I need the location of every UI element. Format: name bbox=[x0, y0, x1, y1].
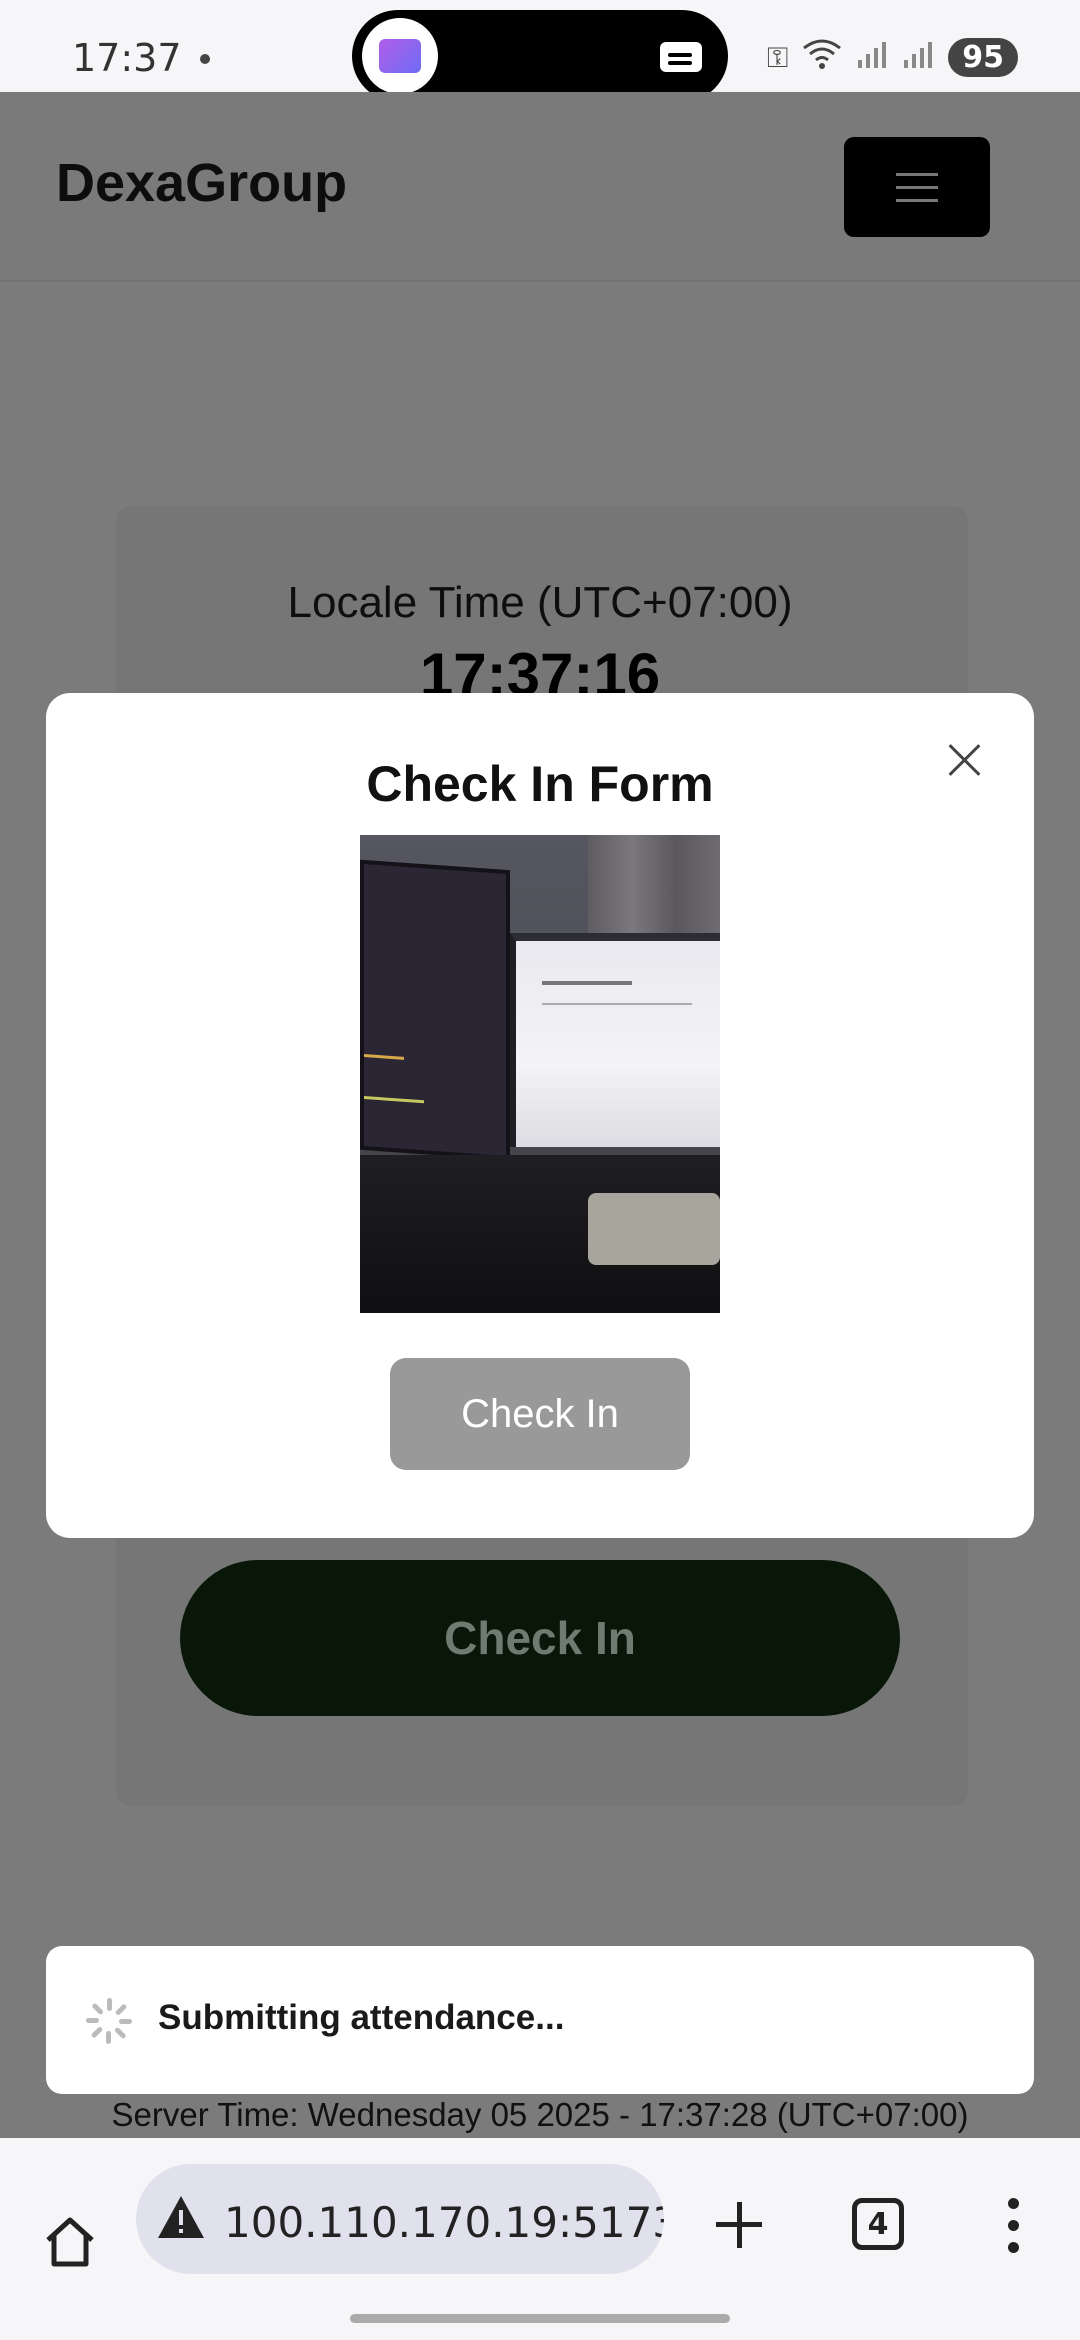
signal-icon bbox=[902, 38, 934, 77]
signal-icon bbox=[856, 38, 888, 77]
vpn-key-icon: ⚿ bbox=[766, 40, 789, 74]
status-time: 17:37 bbox=[72, 36, 182, 80]
gesture-bar[interactable] bbox=[350, 2314, 730, 2323]
more-options-icon[interactable] bbox=[1006, 2196, 1020, 2256]
toast-message: Submitting attendance... bbox=[158, 1998, 565, 2037]
address-bar[interactable]: 100.110.170.19:5173/d bbox=[136, 2164, 664, 2274]
notification-dot-icon bbox=[200, 54, 210, 64]
locale-time-label: Locale Time (UTC+07:00) bbox=[287, 578, 793, 627]
server-time: Server Time: Wednesday 05 2025 - 17:37:2… bbox=[111, 2096, 969, 2133]
warning-icon[interactable] bbox=[156, 2194, 206, 2240]
folder-app-icon[interactable] bbox=[362, 18, 438, 94]
home-icon[interactable] bbox=[40, 2212, 100, 2272]
browser-toolbar: 100.110.170.19:5173/d 4 bbox=[0, 2138, 1080, 2340]
status-icons: ⚿ 95 bbox=[767, 38, 1018, 77]
app-header: DexaGroup bbox=[0, 92, 1080, 282]
toast-notification: Submitting attendance... bbox=[46, 1946, 1034, 2094]
modal-title: Check In Form bbox=[366, 756, 714, 812]
check-in-button[interactable]: Check In bbox=[180, 1560, 900, 1716]
hamburger-icon[interactable] bbox=[844, 137, 990, 237]
modal-check-in-button[interactable]: Check In bbox=[390, 1358, 690, 1470]
wifi-icon bbox=[802, 38, 842, 77]
message-icon[interactable] bbox=[660, 42, 702, 72]
url-text[interactable]: 100.110.170.19:5173/d bbox=[224, 2198, 664, 2247]
brand-logo[interactable]: DexaGroup bbox=[56, 152, 347, 214]
new-tab-icon[interactable] bbox=[714, 2200, 764, 2250]
dynamic-island[interactable] bbox=[352, 10, 728, 102]
spinner-icon bbox=[86, 1998, 132, 2044]
check-in-modal: Check In Form Check In bbox=[46, 693, 1034, 1538]
status-bar: 17:37 ⚿ 95 bbox=[0, 0, 1080, 102]
close-icon[interactable] bbox=[942, 737, 988, 783]
tab-switcher-button[interactable]: 4 bbox=[852, 2198, 904, 2250]
battery-indicator: 95 bbox=[948, 38, 1018, 77]
camera-photo-preview bbox=[360, 835, 720, 1313]
